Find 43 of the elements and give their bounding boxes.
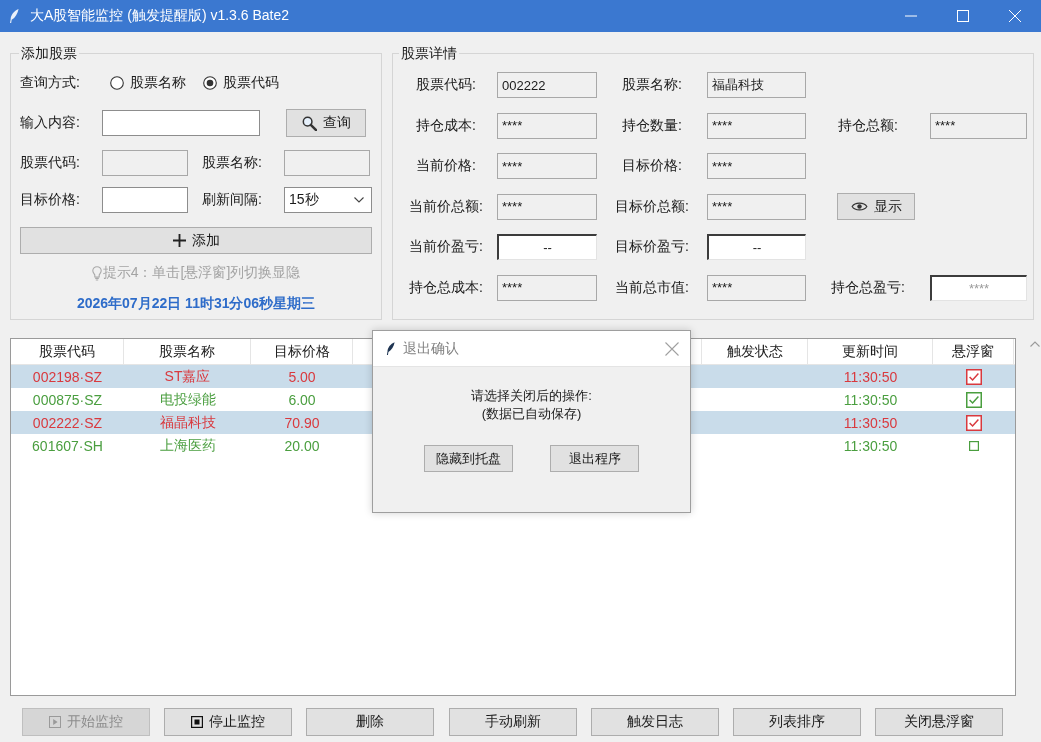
field-label: 持仓总额: (838, 116, 898, 135)
table-cell-text: 11:30:50 (842, 367, 899, 387)
table-cell-text: ST嘉应 (163, 366, 212, 386)
field-label: 股票代码: (20, 154, 81, 172)
table-cell-text: 20.00 (283, 436, 321, 456)
field-label: 目标价总额: (615, 197, 689, 216)
field-label: 持仓数量: (622, 116, 682, 135)
field-label: 持仓总成本: (409, 278, 483, 297)
table-cell-text: 002198·SZ (31, 367, 104, 387)
field-label: 刷新间隔: (202, 191, 263, 209)
table-cell-text: 6.00 (287, 390, 317, 410)
table-cell-text: 上海医药 (158, 435, 217, 455)
field-label: 目标价格: (622, 157, 682, 175)
hint-text: 提示4：单击[悬浮窗]列切换显隐 (102, 264, 301, 282)
window-title: 大A股智能监控 (触发提醒版) v1.3.6 Bate2 (30, 7, 290, 25)
table-cell-text: 11:30:50 (842, 436, 899, 456)
field-label: 当前价盈亏: (409, 238, 483, 256)
table-cell-text: 福晶科技 (158, 412, 217, 432)
table-cell-text: 11:30:50 (842, 413, 899, 433)
dialog-message: 请选择关闭后的操作: (471, 387, 592, 405)
field-label: 查询方式: (20, 74, 81, 92)
table-cell-text: 电投绿能 (158, 389, 217, 409)
field-label: 股票代码: (416, 76, 476, 94)
table-cell-text: 601607·SH (31, 436, 104, 456)
field-label: 目标价盈亏: (615, 238, 689, 256)
field-label: 持仓成本: (416, 116, 476, 135)
table-cell-text: 11:30:50 (842, 390, 899, 410)
field-label: 目标价格: (20, 191, 81, 209)
field-label: 当前价总额: (409, 197, 483, 216)
field-label: 输入内容: (20, 114, 81, 132)
field-label: 股票名称: (202, 154, 263, 172)
table-cell-text: 000875·SZ (31, 390, 104, 410)
dialog-title: 退出确认 (403, 339, 459, 358)
field-label: 当前价格: (416, 157, 476, 175)
group-title: 添加股票 (19, 45, 79, 62)
field-label: 持仓总盈亏: (831, 278, 905, 297)
group-title: 股票详情 (399, 45, 459, 62)
field-label: 股票名称: (622, 76, 682, 94)
table-cell-text: 5.00 (287, 367, 317, 387)
date-time-text: 2026年07月22日 11时31分06秒星期三 (76, 294, 316, 312)
table-cell-text: 002222·SZ (31, 413, 104, 433)
table-cell-text: 70.90 (283, 413, 321, 433)
field-label: 当前总市值: (615, 278, 689, 297)
